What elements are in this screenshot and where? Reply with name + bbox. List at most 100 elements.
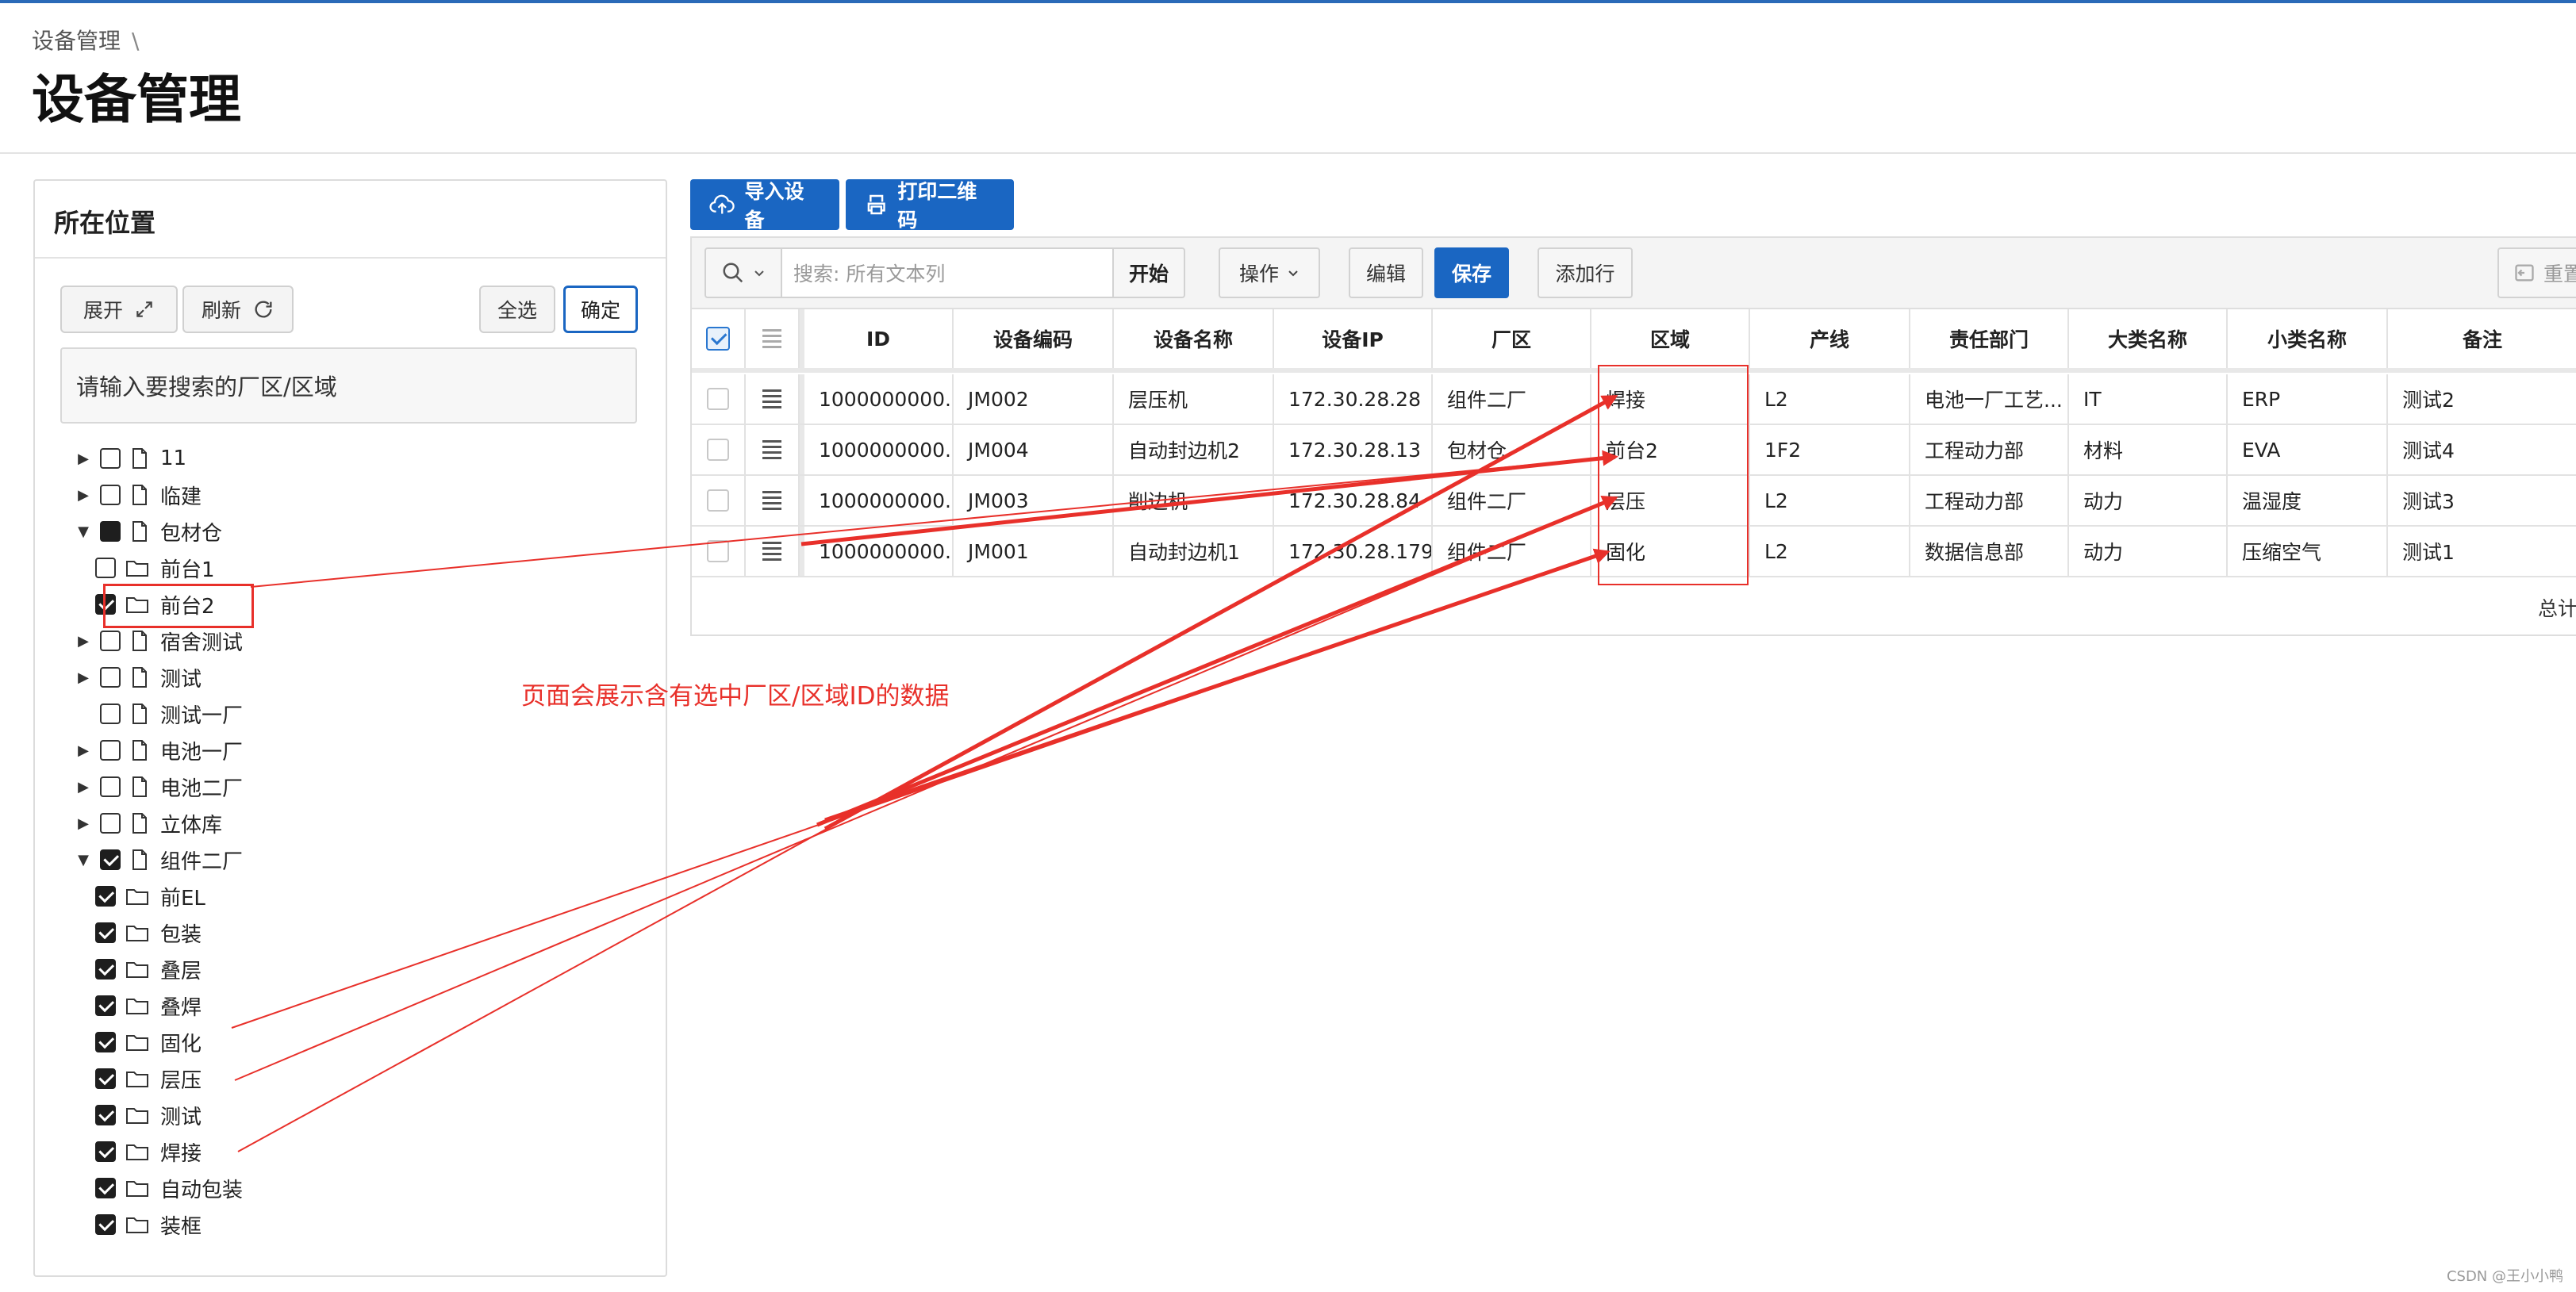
table-cell[interactable]: 测试3: [2388, 476, 2576, 525]
tree-node-checkbox[interactable]: [95, 1105, 116, 1125]
table-cell[interactable]: 1000000000...: [800, 425, 954, 474]
tree-node-checkbox[interactable]: [95, 558, 116, 578]
table-cell[interactable]: 自动封边机1: [1114, 527, 1274, 576]
row-select-cell[interactable]: [692, 527, 746, 576]
table-cell[interactable]: 压缩空气: [2228, 527, 2388, 576]
table-cell[interactable]: 1000000000...: [800, 476, 954, 525]
tree-node-checkbox[interactable]: [100, 813, 121, 834]
row-actions-cell[interactable]: [746, 476, 800, 525]
row-actions-cell[interactable]: [746, 425, 800, 474]
grid-search-input[interactable]: 搜索: 所有文本列: [781, 247, 1114, 298]
reset-button[interactable]: 重置: [2497, 247, 2576, 298]
caret-right-icon[interactable]: ▶: [75, 815, 92, 832]
row-checkbox[interactable]: [707, 388, 729, 410]
table-cell[interactable]: JM002: [954, 374, 1114, 424]
actions-menu-button[interactable]: 操作: [1219, 247, 1320, 298]
tree-node[interactable]: ▶ 11: [75, 443, 186, 474]
tree-node[interactable]: ▶ 临建: [75, 479, 202, 511]
tree-node-checkbox[interactable]: [100, 849, 121, 870]
tree-node[interactable]: ▶前台1: [95, 552, 215, 584]
row-menu-icon[interactable]: [762, 389, 781, 408]
caret-right-icon[interactable]: ▶: [75, 450, 92, 467]
row-checkbox[interactable]: [707, 540, 729, 562]
tree-node-checkbox[interactable]: [100, 740, 121, 761]
column-header[interactable]: 备注: [2388, 309, 2576, 368]
table-cell[interactable]: 电池一厂工艺...: [1910, 374, 2069, 424]
tree-node[interactable]: ▶叠焊: [95, 990, 202, 1022]
confirm-button[interactable]: 确定: [563, 286, 638, 333]
row-actions-cell[interactable]: [746, 527, 800, 576]
select-all-rows-cell[interactable]: [692, 309, 746, 368]
column-header[interactable]: 设备IP: [1274, 309, 1433, 368]
tree-node-checkbox[interactable]: [95, 1178, 116, 1198]
tree-node[interactable]: ▶固化: [95, 1026, 202, 1058]
tree-node-checkbox[interactable]: [100, 631, 121, 651]
column-header[interactable]: 区域: [1591, 309, 1750, 368]
tree-node[interactable]: ▼ 组件二厂: [75, 844, 243, 876]
table-cell[interactable]: 组件二厂: [1433, 527, 1591, 576]
search-column-selector[interactable]: [704, 247, 782, 298]
tree-node[interactable]: ▶焊接: [95, 1136, 202, 1167]
table-cell[interactable]: 1000000000...: [800, 374, 954, 424]
expand-button[interactable]: 展开: [60, 286, 178, 333]
select-all-button[interactable]: 全选: [479, 286, 555, 333]
tree-node-checkbox[interactable]: [95, 886, 116, 907]
caret-right-icon[interactable]: ▶: [75, 742, 92, 759]
row-select-cell[interactable]: [692, 425, 746, 474]
edit-button[interactable]: 编辑: [1349, 247, 1423, 298]
column-header[interactable]: 设备名称: [1114, 309, 1274, 368]
table-cell[interactable]: 数据信息部: [1910, 527, 2069, 576]
tree-node[interactable]: ▶自动包装: [95, 1172, 243, 1204]
column-header[interactable]: 厂区: [1433, 309, 1591, 368]
column-header[interactable]: 产线: [1750, 309, 1910, 368]
table-cell[interactable]: 测试1: [2388, 527, 2576, 576]
row-menu-icon[interactable]: [762, 491, 781, 510]
table-cell[interactable]: 组件二厂: [1433, 374, 1591, 424]
go-button[interactable]: 开始: [1112, 247, 1185, 298]
table-cell[interactable]: 1F2: [1750, 425, 1910, 474]
row-menu-icon[interactable]: [762, 440, 781, 459]
row-checkbox[interactable]: [707, 439, 729, 461]
table-cell[interactable]: 172.30.28.179: [1274, 527, 1433, 576]
tree-node[interactable]: ▶包装: [95, 917, 202, 949]
row-checkbox[interactable]: [707, 489, 729, 512]
table-cell[interactable]: L2: [1750, 374, 1910, 424]
table-cell[interactable]: 温湿度: [2228, 476, 2388, 525]
tree-node[interactable]: ▶测试: [75, 661, 202, 693]
tree-node[interactable]: ▶前EL: [95, 880, 205, 912]
caret-down-icon[interactable]: ▼: [75, 523, 92, 540]
tree-node-checkbox[interactable]: [95, 1032, 116, 1052]
location-search-field[interactable]: 请输入要搜索的厂区/区域: [60, 347, 637, 424]
table-cell[interactable]: 172.30.28.84: [1274, 476, 1433, 525]
tree-node-checkbox[interactable]: [95, 959, 116, 980]
tree-node[interactable]: ▶ 电池二厂: [75, 771, 243, 803]
table-cell[interactable]: 172.30.28.28: [1274, 374, 1433, 424]
tree-node[interactable]: ▼ 包材仓: [75, 516, 222, 547]
table-cell[interactable]: 1000000000...: [800, 527, 954, 576]
print-qrcode-button[interactable]: 打印二维码: [846, 179, 1014, 232]
breadcrumb-item[interactable]: 设备管理: [32, 28, 121, 54]
tree-node-checkbox[interactable]: [100, 448, 121, 469]
table-cell[interactable]: 172.30.28.13: [1274, 425, 1433, 474]
column-header[interactable]: 责任部门: [1910, 309, 2069, 368]
select-all-rows-checkbox[interactable]: [706, 327, 730, 351]
table-cell[interactable]: 自动封边机2: [1114, 425, 1274, 474]
tree-node-checkbox[interactable]: [95, 1214, 116, 1235]
add-row-button[interactable]: 添加行: [1538, 247, 1633, 298]
caret-right-icon[interactable]: ▶: [75, 632, 92, 650]
tree-node[interactable]: ▶测试一厂: [75, 698, 243, 730]
table-cell[interactable]: L2: [1750, 476, 1910, 525]
table-cell[interactable]: 材料: [2069, 425, 2228, 474]
tree-node-checkbox[interactable]: [95, 1141, 116, 1162]
tree-node[interactable]: ▶ 电池一厂: [75, 734, 243, 766]
column-header[interactable]: 大类名称: [2069, 309, 2228, 368]
refresh-button[interactable]: 刷新: [182, 286, 294, 333]
tree-node-checkbox[interactable]: [95, 995, 116, 1016]
tree-node[interactable]: ▶测试: [95, 1099, 202, 1131]
import-device-button[interactable]: 导入设备: [690, 179, 839, 232]
table-cell[interactable]: 削边机: [1114, 476, 1274, 525]
tree-node[interactable]: ▶层压: [95, 1063, 202, 1095]
caret-right-icon[interactable]: ▶: [75, 486, 92, 504]
tree-node[interactable]: ▶ 立体库: [75, 807, 222, 839]
tree-node[interactable]: ▶装框: [95, 1209, 202, 1240]
